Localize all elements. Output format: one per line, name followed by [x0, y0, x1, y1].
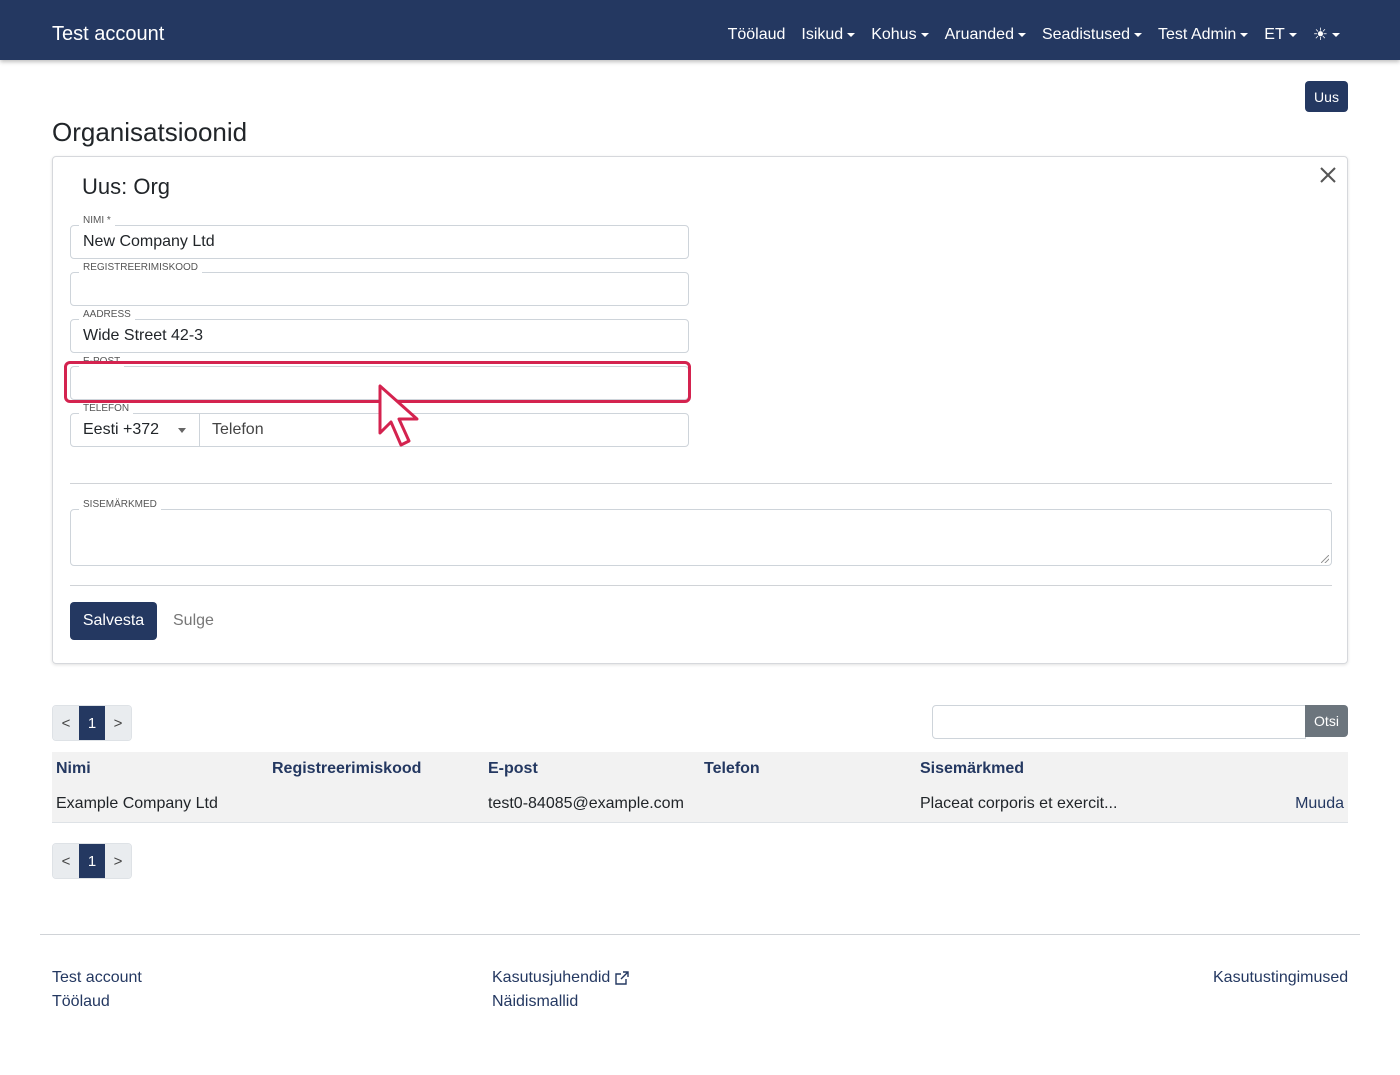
cell-email: test0-84085@example.com — [484, 785, 700, 823]
footer-link-dashboard[interactable]: Töölaud — [52, 992, 110, 1012]
sun-icon: ☀ — [1312, 25, 1328, 44]
footer-divider — [40, 934, 1360, 935]
external-link-icon — [615, 971, 630, 985]
nav-item-isikud[interactable]: Isikud — [801, 25, 856, 45]
footer-link-label: Kasutusjuhendid — [492, 969, 611, 986]
footer-link-manuals[interactable]: Kasutusjuhendid — [492, 968, 630, 988]
address-value: Wide Street 42-3 — [83, 327, 204, 344]
nav-item-user-menu[interactable]: Test Admin — [1158, 25, 1249, 45]
divider — [70, 483, 1332, 484]
column-header-actions — [1184, 752, 1348, 785]
cell-name: Example Company Ltd — [52, 785, 268, 823]
page-title: Organisatsioonid — [52, 117, 248, 147]
footer-link-templates[interactable]: Näidismallid — [492, 992, 578, 1012]
nav-item-label: Isikud — [801, 26, 844, 43]
brand-link[interactable]: Test account — [52, 22, 164, 46]
resize-handle-icon[interactable] — [1321, 555, 1329, 563]
caret-down-icon — [1288, 33, 1297, 37]
address-field[interactable]: Aadress Wide Street 42-3 — [70, 309, 689, 353]
country-code-value: Eesti +372 — [83, 421, 160, 438]
search-input[interactable] — [932, 705, 1306, 739]
caret-down-icon — [1017, 33, 1026, 37]
nav-item-label: Test Admin — [1158, 26, 1237, 43]
column-header-phone[interactable]: Telefon — [700, 752, 916, 785]
caret-down-icon — [1332, 33, 1340, 37]
column-header-regcode[interactable]: Registreerimiskood — [268, 752, 484, 785]
new-org-card: Uus: Org Nimi * New Company Ltd Registre… — [52, 156, 1348, 664]
email-field[interactable]: E-post — [70, 356, 689, 400]
organizations-table: Nimi Registreerimiskood E-post Telefon S… — [52, 752, 1348, 823]
table-row: Example Company Ltd test0-84085@example.… — [52, 785, 1348, 823]
caret-down-icon — [847, 33, 856, 37]
theme-toggle[interactable]: ☀ — [1313, 25, 1340, 45]
footer-link-terms[interactable]: Kasutustingimused — [1213, 968, 1348, 988]
close-icon[interactable] — [1318, 165, 1338, 185]
notes-textarea[interactable]: Sisemärkmed — [70, 499, 1332, 566]
search-button[interactable]: Otsi — [1305, 705, 1348, 737]
nav-item-label: Kohus — [871, 26, 917, 43]
regcode-label: Registreerimiskood — [79, 262, 203, 274]
nav-item-label: Töölaud — [727, 26, 786, 43]
close-button[interactable]: Sulge — [173, 602, 214, 640]
nav-item-label: Aruanded — [944, 26, 1014, 43]
column-header-name[interactable]: Nimi — [52, 752, 268, 785]
prev-page-button[interactable]: < — [53, 844, 79, 878]
regcode-field[interactable]: Registreerimiskood — [70, 262, 689, 306]
page-1-button[interactable]: 1 — [79, 706, 105, 740]
next-page-button[interactable]: > — [105, 844, 131, 878]
prev-page-button[interactable]: < — [53, 706, 79, 740]
phone-field: Telefon Eesti +372 Telefon — [70, 403, 689, 447]
caret-down-icon — [920, 33, 929, 37]
nav-item-kohus[interactable]: Kohus — [871, 25, 929, 45]
divider — [70, 585, 1332, 586]
main-nav: Töölaud Isikud Kohus Aruanded Seadistuse… — [728, 25, 1340, 45]
caret-down-icon — [1134, 33, 1143, 37]
phone-input[interactable]: Telefon — [212, 414, 264, 446]
name-field[interactable]: Nimi * New Company Ltd — [70, 215, 689, 259]
cell-phone — [700, 785, 916, 823]
nav-item-seadistused[interactable]: Seadistused — [1041, 25, 1143, 45]
new-button[interactable]: Uus — [1305, 81, 1348, 112]
nav-item-toolaud[interactable]: Töölaud — [728, 25, 786, 45]
pagination-top: < 1 > — [52, 705, 132, 741]
cell-notes: Placeat corporis et exercit... — [916, 785, 1184, 823]
cell-regcode — [268, 785, 484, 823]
card-title: Uus: Org — [82, 174, 171, 199]
notes-label: Sisemärkmed — [79, 499, 161, 511]
caret-down-icon — [178, 428, 186, 433]
name-value: New Company Ltd — [83, 233, 215, 250]
country-code-select[interactable]: Eesti +372 — [71, 414, 200, 446]
nav-item-aruanded[interactable]: Aruanded — [945, 25, 1026, 45]
column-header-email[interactable]: E-post — [484, 752, 700, 785]
edit-link[interactable]: Muuda — [1184, 785, 1348, 823]
pagination-bottom: < 1 > — [52, 843, 132, 879]
caret-down-icon — [1240, 33, 1249, 37]
page-1-button[interactable]: 1 — [79, 844, 105, 878]
nav-item-language[interactable]: ET — [1264, 25, 1297, 45]
table-header-row: Nimi Registreerimiskood E-post Telefon S… — [52, 752, 1348, 785]
nav-item-label: ET — [1264, 26, 1285, 43]
footer-link-account[interactable]: Test account — [52, 968, 142, 988]
column-header-notes[interactable]: Sisemärkmed — [916, 752, 1184, 785]
next-page-button[interactable]: > — [105, 706, 131, 740]
email-label: E-post — [79, 356, 125, 368]
save-button[interactable]: Salvesta — [70, 602, 157, 640]
top-navbar: Test account Töölaud Isikud Kohus Aruand… — [0, 0, 1400, 60]
nav-item-label: Seadistused — [1041, 26, 1131, 43]
